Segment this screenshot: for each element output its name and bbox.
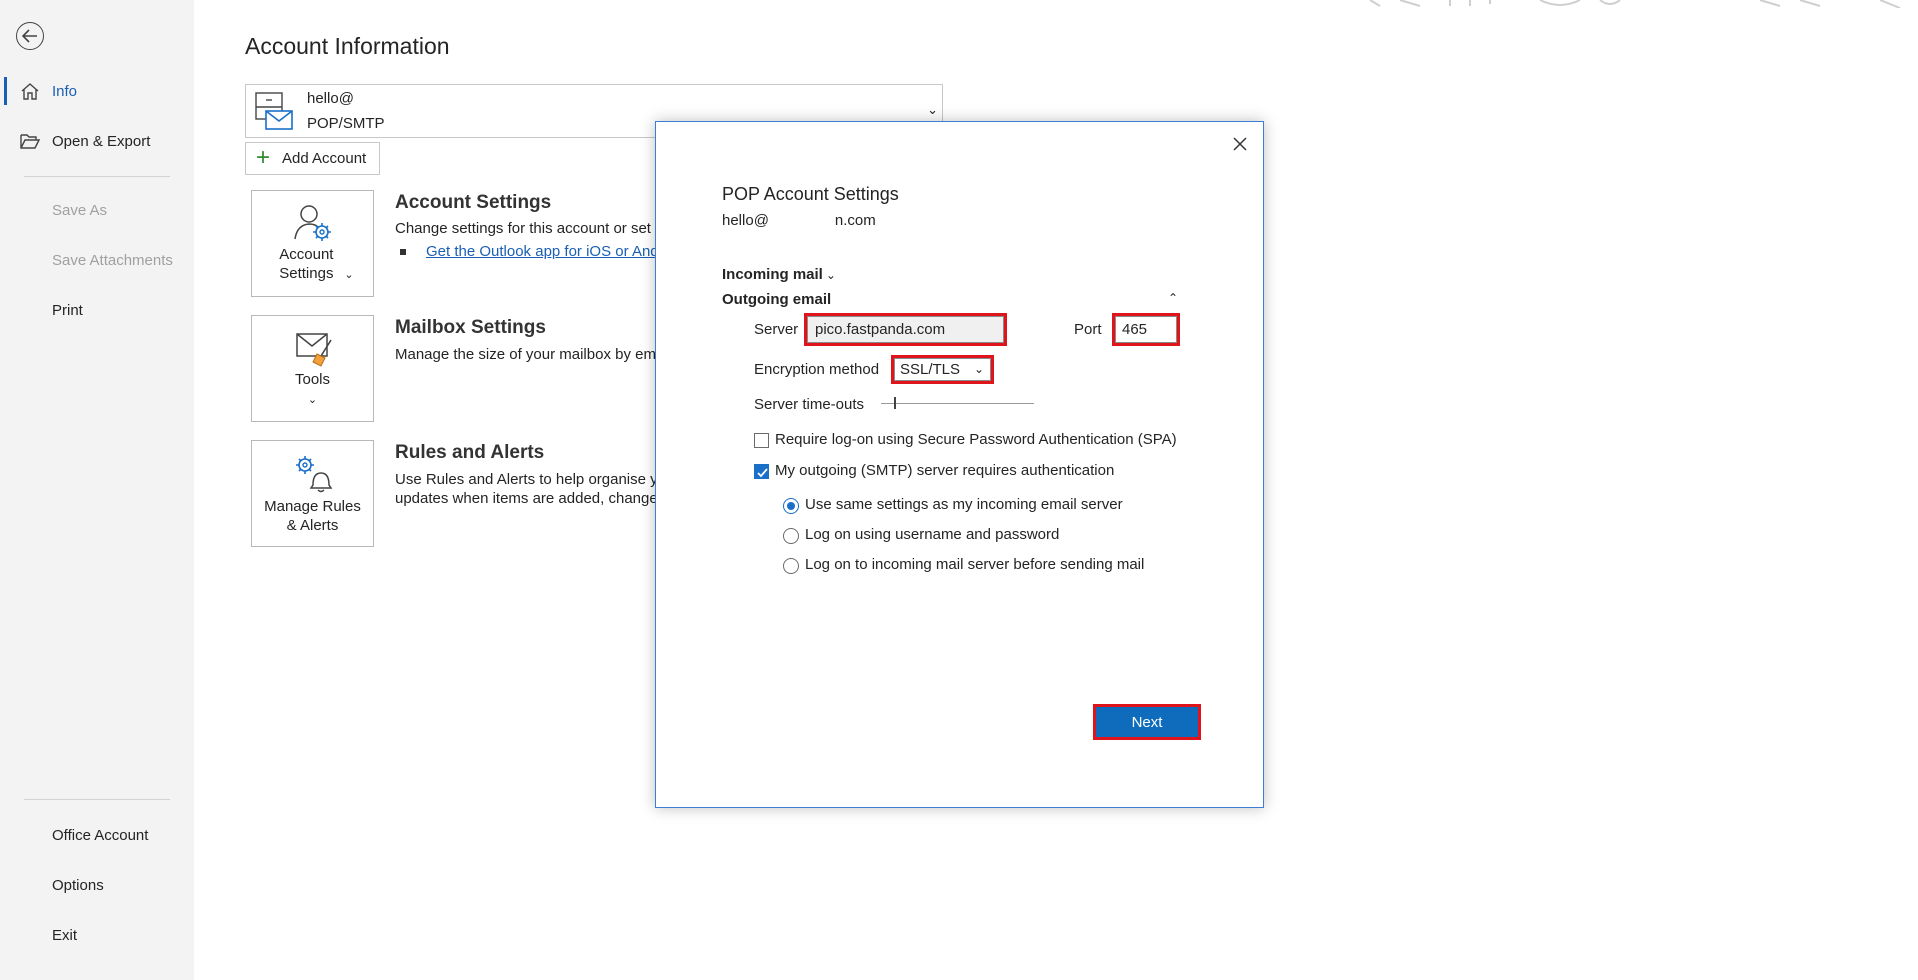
home-icon xyxy=(21,83,39,100)
nav-item-save-as[interactable]: Save As xyxy=(0,190,194,230)
nav-item-save-attachments[interactable]: Save Attachments xyxy=(0,240,194,280)
radio-same-settings[interactable] xyxy=(783,498,799,514)
tile-label: Account Settings ⌄ xyxy=(252,245,373,285)
encryption-method-label: Encryption method xyxy=(754,361,880,378)
nav-divider xyxy=(24,176,170,177)
smtp-auth-checkbox-label: My outgoing (SMTP) server requires authe… xyxy=(775,462,1115,479)
chevron-up-icon[interactable]: ⌃ xyxy=(1168,291,1178,305)
nav-divider xyxy=(24,799,170,800)
encryption-method-value: SSL/TLS xyxy=(900,361,961,378)
chevron-down-icon: ⌄ xyxy=(927,102,938,117)
radio-incoming-before-sending[interactable] xyxy=(783,558,799,574)
server-timeouts-slider-thumb[interactable] xyxy=(894,397,896,409)
nav-item-label: Options xyxy=(52,876,104,894)
tools-tile-button[interactable]: Tools ⌄ xyxy=(251,315,374,422)
tools-mail-broom-icon xyxy=(295,333,332,367)
nav-item-label: Exit xyxy=(52,926,78,944)
tile-label: Manage Rules & Alerts xyxy=(252,497,373,535)
rules-alerts-heading: Rules and Alerts xyxy=(395,442,545,463)
nav-item-exit[interactable]: Exit xyxy=(0,915,194,955)
add-account-label: Add Account xyxy=(282,150,367,167)
plus-icon: + xyxy=(256,144,271,171)
port-input[interactable] xyxy=(1112,313,1180,346)
folder-open-icon xyxy=(20,134,40,149)
server-timeouts-label: Server time-outs xyxy=(754,396,865,413)
back-arrow-icon[interactable] xyxy=(16,22,44,50)
nav-item-label: Office Account xyxy=(52,826,149,844)
nav-item-office-account[interactable]: Office Account xyxy=(0,815,194,855)
incoming-mail-label: Incoming mail xyxy=(722,266,823,283)
account-type: POP/SMTP xyxy=(307,115,385,132)
add-account-button[interactable]: + Add Account xyxy=(245,142,380,175)
spa-checkbox[interactable] xyxy=(754,433,769,448)
nav-item-info[interactable]: Info xyxy=(0,71,194,111)
outgoing-email-section-heading: Outgoing email xyxy=(722,291,831,308)
close-icon[interactable] xyxy=(1226,130,1254,158)
outgoing-email-label: Outgoing email xyxy=(722,291,832,308)
chevron-down-icon: ⌄ xyxy=(973,362,984,376)
nav-item-label: Save Attachments xyxy=(52,251,173,269)
server-timeouts-slider-track[interactable] xyxy=(881,403,1034,404)
nav-item-label: Open & Export xyxy=(52,132,151,150)
page-title: Account Information xyxy=(245,33,450,59)
account-settings-description: Change settings for this account or set … xyxy=(395,220,664,237)
account-settings-tile-button[interactable]: Account Settings ⌄ xyxy=(251,190,374,297)
dialog-title: POP Account Settings xyxy=(722,184,899,204)
email-suffix: n.com xyxy=(834,212,876,229)
radio-same-settings-label: Use same settings as my incoming email s… xyxy=(805,496,1123,513)
manage-rules-tile-label: Manage Rules & Alerts xyxy=(264,498,361,534)
manage-rules-alerts-tile-button[interactable]: Manage Rules & Alerts xyxy=(251,440,374,547)
dialog-account-email: hello@ n.com xyxy=(722,212,876,229)
rules-alerts-description-line2: updates when items are added, change xyxy=(395,490,658,507)
encryption-method-select[interactable]: SSL/TLS ⌄ xyxy=(891,355,994,384)
nav-item-label: Save As xyxy=(52,201,108,219)
account-settings-tile-label: Account Settings xyxy=(279,246,334,282)
nav-item-label: Info xyxy=(52,82,78,100)
account-email: hello@ xyxy=(307,90,354,107)
banner-decoration xyxy=(1369,0,1901,8)
outlook-app-link[interactable]: Get the Outlook app for iOS or And xyxy=(426,243,659,260)
port-label: Port xyxy=(1074,321,1102,338)
bullet-icon xyxy=(400,249,406,255)
nav-item-open-export[interactable]: Open & Export xyxy=(0,121,194,161)
radio-incoming-before-sending-label: Log on to incoming mail server before se… xyxy=(805,556,1145,573)
mailbox-settings-description: Manage the size of your mailbox by em xyxy=(395,346,656,363)
account-mail-icon xyxy=(255,92,293,130)
email-prefix: hello@ xyxy=(722,212,769,229)
spa-checkbox-label: Require log-on using Secure Password Aut… xyxy=(775,431,1177,448)
account-settings-icon xyxy=(293,205,331,241)
chevron-down-icon: ⌄ xyxy=(825,268,836,282)
nav-item-options[interactable]: Options xyxy=(0,865,194,905)
smtp-auth-checkbox[interactable] xyxy=(754,464,769,479)
nav-item-label: Print xyxy=(52,301,83,319)
radio-username-password-label: Log on using username and password xyxy=(805,526,1060,543)
checkmark-icon xyxy=(757,468,768,478)
pop-account-settings-dialog: POP Account Settings hello@ n.com Incomin… xyxy=(655,121,1264,808)
rules-alerts-description-line1: Use Rules and Alerts to help organise yo xyxy=(395,471,666,488)
nav-item-print[interactable]: Print xyxy=(0,290,194,330)
tile-label: Tools ⌄ xyxy=(294,371,331,406)
rules-alerts-icon xyxy=(295,456,332,493)
backstage-nav: Info Open & Export Save As Save Attachme… xyxy=(0,0,194,980)
next-button[interactable]: Next xyxy=(1093,704,1201,740)
server-input[interactable] xyxy=(804,313,1007,346)
account-settings-heading: Account Settings xyxy=(395,192,552,213)
incoming-mail-section-toggle[interactable]: Incoming mail ⌄ xyxy=(722,266,836,283)
mailbox-settings-heading: Mailbox Settings xyxy=(395,317,546,338)
tools-tile-label: Tools xyxy=(294,371,331,388)
server-label: Server xyxy=(754,321,799,338)
radio-username-password[interactable] xyxy=(783,528,799,544)
